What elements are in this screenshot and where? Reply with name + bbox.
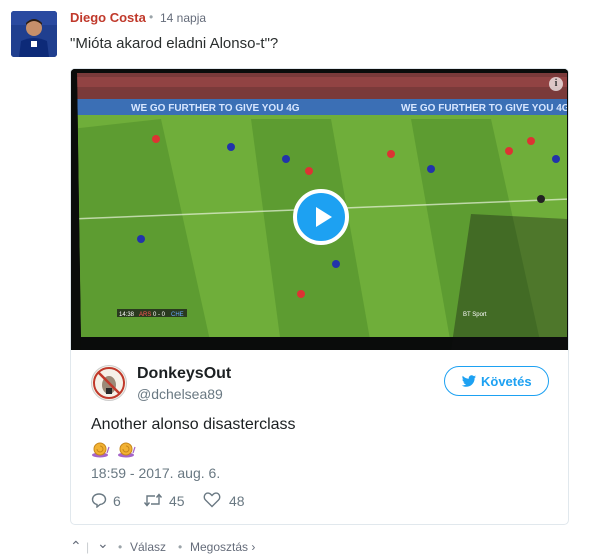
commenter-avatar[interactable] [11,11,57,57]
comment-footer: ⌃ | ⌄ • Válasz • Megosztás › [70,535,370,556]
embedded-tweet: WE GO FURTHER TO GIVE YOU 4G WE GO FURTH… [70,68,569,525]
comment-time[interactable]: 14 napja [160,11,206,25]
upvote-button[interactable]: ⌃ [70,538,82,555]
ad-banner-text: WE GO FURTHER TO GIVE YOU 4G [131,103,300,114]
retweet-action[interactable]: 45 [143,491,203,511]
svg-text:WE GO FURTHER TO GIVE YOU 4G: WE GO FURTHER TO GIVE YOU 4G [401,103,569,114]
snail-icon [118,442,136,458]
score-value: 0 - 0 [153,312,166,318]
share-link[interactable]: Megosztás › [190,540,255,554]
meta-separator: • [149,10,154,24]
tweet-text: Another alonso disasterclass [91,416,296,433]
like-count: 48 [229,493,245,509]
info-icon[interactable]: i [549,77,563,91]
footer-bullet: • [178,540,183,554]
tweet-date[interactable]: 18:59 - 2017. aug. 6. [91,465,220,481]
follow-label: Követés [481,374,532,389]
reply-count: 6 [113,493,121,509]
retweet-count: 45 [169,493,185,509]
tweet-author-avatar[interactable] [91,365,127,401]
tweet-author-name[interactable]: DonkeysOut [137,365,231,383]
vote-divider: | [86,540,90,554]
reply-link[interactable]: Válasz [130,540,166,554]
score-time: 14:38 [119,312,135,318]
reply-action[interactable]: 6 [91,491,131,511]
reply-icon [91,493,107,508]
like-action[interactable]: 48 [203,491,253,511]
play-icon [316,207,332,227]
comment-text: "Mióta akarod eladni Alonso-t"? [70,35,279,52]
score-home: ARS [139,312,151,318]
tweet-author-handle[interactable]: @dchelsea89 [137,386,223,402]
tweet-emojis [91,439,139,459]
snail-icon [92,442,110,458]
downvote-button[interactable]: ⌄ [97,535,109,552]
tweet-video[interactable]: WE GO FURTHER TO GIVE YOU 4G WE GO FURTH… [71,69,569,350]
comment-author[interactable]: Diego Costa [70,10,146,25]
follow-button[interactable]: Követés [444,366,549,396]
retweet-icon [143,493,163,507]
play-button[interactable] [293,189,349,245]
twitter-bird-icon [461,375,477,387]
score-away: CHE [171,312,184,318]
footer-bullet: • [118,540,123,554]
like-icon [203,492,221,508]
channel-logo: BT Sport [463,312,487,318]
